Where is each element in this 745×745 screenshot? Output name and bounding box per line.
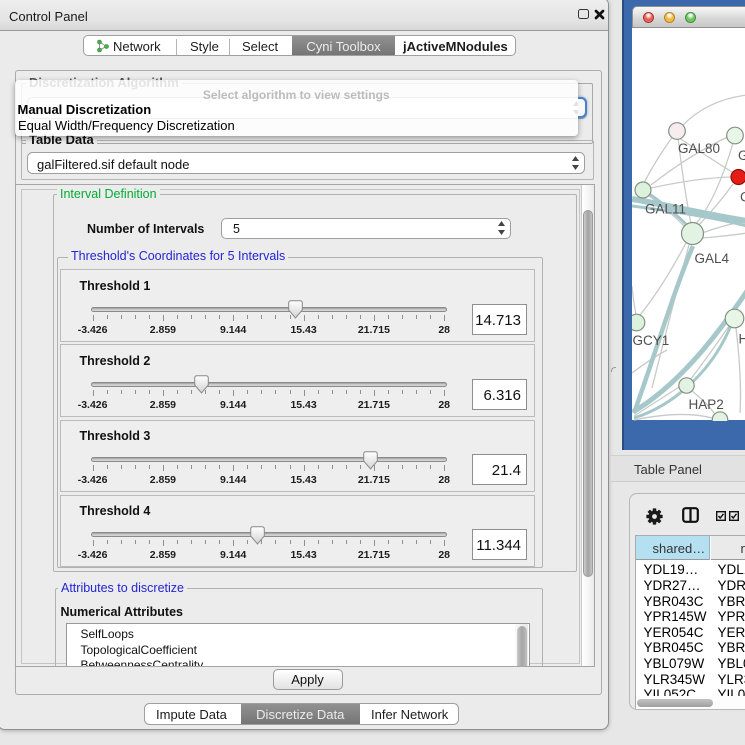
svg-text:HAP2: HAP2 <box>689 397 724 412</box>
svg-text:GAL80: GAL80 <box>678 141 720 156</box>
svg-text:GCY1: GCY1 <box>633 333 670 348</box>
svg-text:GAL11: GAL11 <box>645 201 686 216</box>
svg-text:H: H <box>739 331 745 346</box>
svg-text:GA: GA <box>738 148 745 163</box>
svg-text:GAL4: GAL4 <box>695 251 730 266</box>
svg-text:C: C <box>740 189 745 204</box>
